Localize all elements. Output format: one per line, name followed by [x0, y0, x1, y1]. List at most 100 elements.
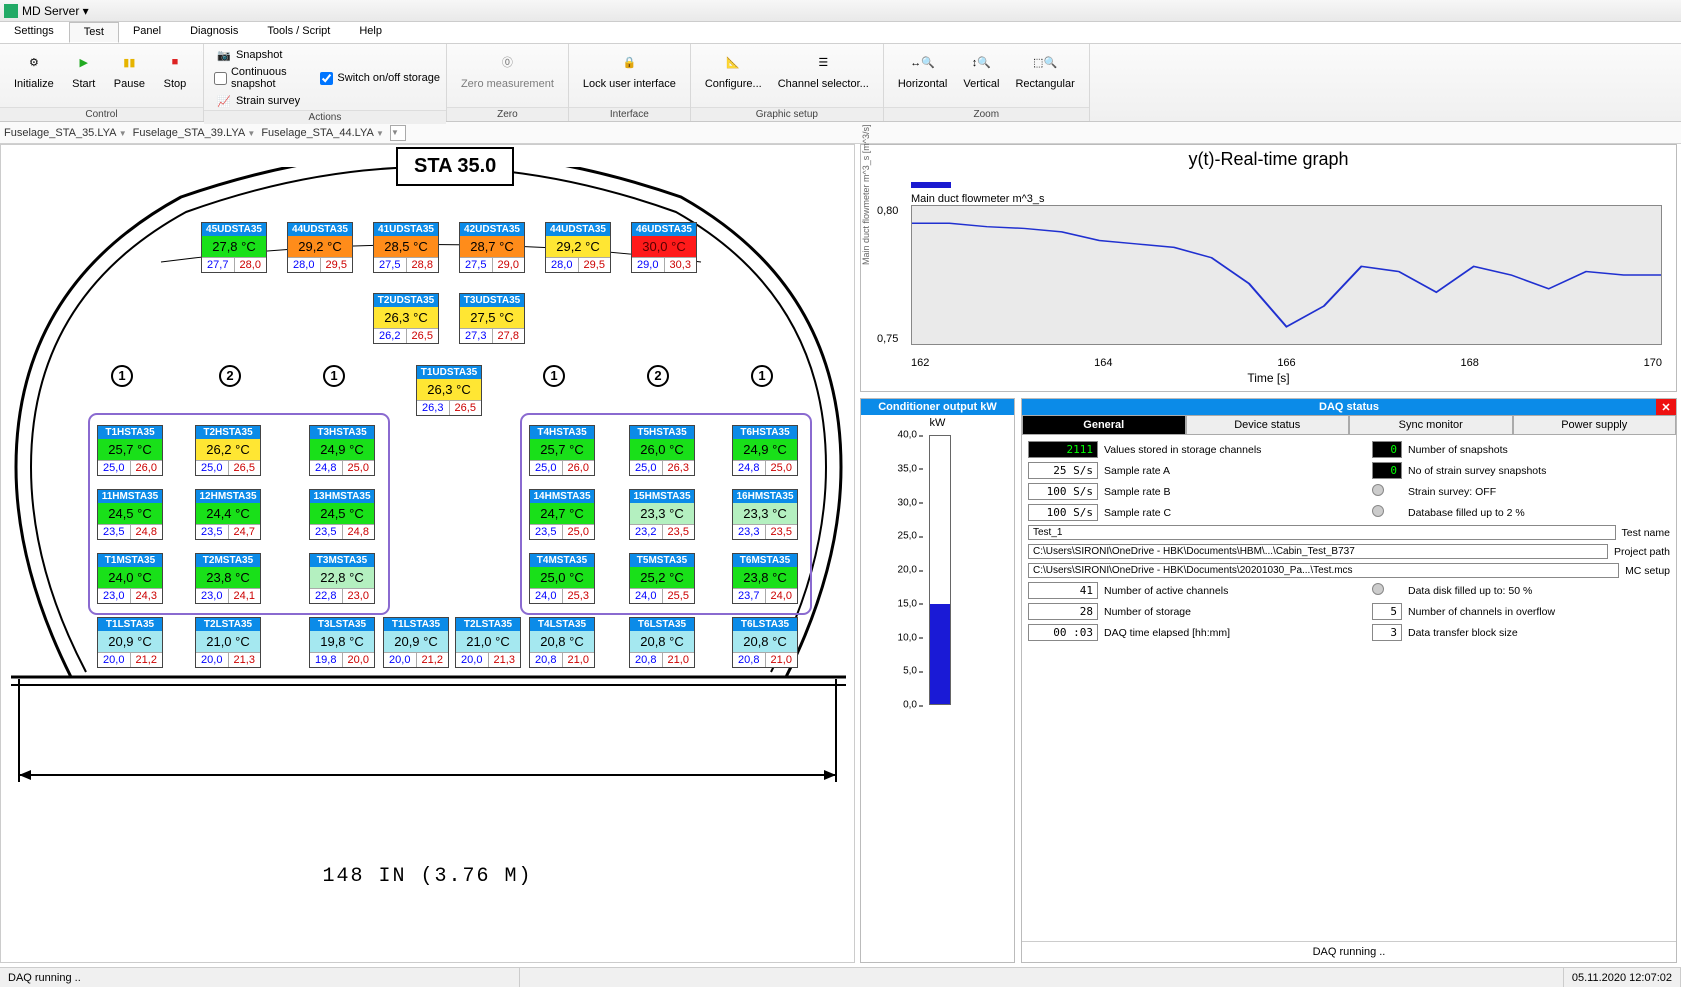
start-button[interactable]: ▶Start — [64, 46, 104, 92]
menu-test[interactable]: Test — [69, 22, 119, 43]
file-tab[interactable]: Fuselage_STA_39.LYA — [133, 127, 256, 139]
led-icon — [1372, 484, 1384, 496]
bargauge-gauge: 40,035,030,025,020,015,010,05,00,0 — [869, 435, 1006, 705]
zoom-vertical-button[interactable]: ↕🔍Vertical — [957, 46, 1005, 92]
initialize-button[interactable]: ⚙Initialize — [8, 46, 60, 92]
sensor-tile-T2MSTA35[interactable]: T2MSTA3523,8 °C23,024,1 — [195, 553, 261, 604]
sensor-tile-15HMSTA35[interactable]: 15HMSTA3523,3 °C23,223,5 — [629, 489, 695, 540]
realtime-graph-panel: y(t)-Real-time graph Main duct flowmeter… — [860, 144, 1677, 392]
switch-storage-checkbox[interactable]: Switch on/off storage — [320, 47, 440, 109]
ribbon-group-zoom: ↔🔍Horizontal ↕🔍Vertical ⬚🔍Rectangular Zo… — [884, 44, 1090, 121]
sensor-tile-T6LSTA35[interactable]: T6LSTA3520,8 °C20,821,0 — [732, 617, 798, 668]
menu-panel[interactable]: Panel — [119, 22, 176, 43]
val-overflow: 5 — [1372, 603, 1402, 620]
graph-ylabel: Main duct flowmeter m^3_s [m^3/s] — [861, 125, 871, 266]
val-snapshots: 0 — [1372, 441, 1402, 458]
bargauge-unit: kW — [861, 415, 1014, 431]
graph-plot[interactable] — [911, 205, 1662, 345]
section-circle: 1 — [111, 365, 133, 387]
main-area: STA 35.0 1 2 — [0, 144, 1681, 967]
sensor-tile-T2LSTA35[interactable]: T2LSTA3521,0 °C20,021,3 — [455, 617, 521, 668]
close-icon[interactable]: ✕ — [1656, 399, 1676, 415]
project-path-field[interactable]: C:\Users\SIRONI\OneDrive - HBK\Documents… — [1028, 544, 1608, 559]
sensor-tile-T4LSTA35[interactable]: T4LSTA3520,8 °C20,821,0 — [529, 617, 595, 668]
file-tab[interactable]: Fuselage_STA_35.LYA — [4, 127, 127, 139]
sensor-tile-12HMSTA35[interactable]: 12HMSTA3524,4 °C23,524,7 — [195, 489, 261, 540]
sensor-tile-T1LSTA35[interactable]: T1LSTA3520,9 °C20,021,2 — [97, 617, 163, 668]
daq-tab-devicestatus[interactable]: Device status — [1186, 415, 1350, 435]
sensor-tile-T6HSTA35[interactable]: T6HSTA3524,9 °C24,825,0 — [732, 425, 798, 476]
right-column: y(t)-Real-time graph Main duct flowmeter… — [860, 144, 1677, 963]
menu-help[interactable]: Help — [345, 22, 397, 43]
sensor-tile-T1MSTA35[interactable]: T1MSTA3524,0 °C23,024,3 — [97, 553, 163, 604]
fuselage-drawing: 1 2 1 1 2 1 45UDSTA3527,8 °C27,728,044UD… — [11, 167, 846, 827]
configure-button[interactable]: 📐Configure... — [699, 46, 768, 92]
ribbon-group-graphic: 📐Configure... ☰Channel selector... Graph… — [691, 44, 884, 121]
zero-measurement-button[interactable]: ⓪Zero measurement — [455, 46, 560, 92]
val-num-storage: 28 — [1028, 603, 1098, 620]
station-label: STA 35.0 — [396, 147, 514, 186]
sensor-tile-11HMSTA35[interactable]: 11HMSTA3524,5 °C23,524,8 — [97, 489, 163, 540]
sensor-tile-13HMSTA35[interactable]: 13HMSTA3524,5 °C23,524,8 — [309, 489, 375, 540]
sensor-tile-T2HSTA35[interactable]: T2HSTA3526,2 °C25,026,5 — [195, 425, 261, 476]
val-active-ch: 41 — [1028, 582, 1098, 599]
sensor-tile-45UDSTA35[interactable]: 45UDSTA3527,8 °C27,728,0 — [201, 222, 267, 273]
snapshot-button[interactable]: 📷Snapshot — [212, 46, 318, 64]
sensor-tile-T1UDSTA35[interactable]: T1UDSTA3526,3 °C26,326,5 — [416, 365, 482, 416]
sensor-tile-T5MSTA35[interactable]: T5MSTA3525,2 °C24,025,5 — [629, 553, 695, 604]
graph-xticks: 162164166168170 — [911, 357, 1662, 369]
sensor-tile-T1HSTA35[interactable]: T1HSTA3525,7 °C25,026,0 — [97, 425, 163, 476]
sensor-tile-T3UDSTA35[interactable]: T3UDSTA3527,5 °C27,327,8 — [459, 293, 525, 344]
file-tabs: Fuselage_STA_35.LYA Fuselage_STA_39.LYA Fu… — [0, 122, 1681, 144]
menu-settings[interactable]: Settings — [0, 22, 69, 43]
sensor-tile-T3LSTA35[interactable]: T3LSTA3519,8 °C19,820,0 — [309, 617, 375, 668]
sensor-tile-T4HSTA35[interactable]: T4HSTA3525,7 °C25,026,0 — [529, 425, 595, 476]
sensor-tile-44UDSTA35[interactable]: 44UDSTA3529,2 °C28,029,5 — [545, 222, 611, 273]
menu-toolsscript[interactable]: Tools / Script — [253, 22, 345, 43]
bargauge-title: Conditioner output kW — [861, 399, 1014, 415]
sensor-tile-41UDSTA35[interactable]: 41UDSTA3528,5 °C27,528,8 — [373, 222, 439, 273]
sensor-tile-44UDSTA35[interactable]: 44UDSTA3529,2 °C28,029,5 — [287, 222, 353, 273]
val-rate-b: 100 S/s — [1028, 483, 1098, 500]
sensor-tile-46UDSTA35[interactable]: 46UDSTA3530,0 °C29,030,3 — [631, 222, 697, 273]
sensor-tile-T6LSTA35[interactable]: T6LSTA3520,8 °C20,821,0 — [629, 617, 695, 668]
daq-tab-general[interactable]: General — [1022, 415, 1186, 435]
sensor-tile-T2LSTA35[interactable]: T2LSTA3521,0 °C20,021,3 — [195, 617, 261, 668]
new-doc-icon[interactable] — [390, 125, 406, 141]
val-stored: 2111 — [1028, 441, 1098, 458]
daq-status-panel: DAQ status✕ GeneralDevice statusSync mon… — [1021, 398, 1677, 963]
sensor-tile-T1LSTA35[interactable]: T1LSTA3520,9 °C20,021,2 — [383, 617, 449, 668]
continuous-snapshot-checkbox[interactable]: Continuous snapshot — [210, 65, 320, 91]
sensor-tile-16HMSTA35[interactable]: 16HMSTA3523,3 °C23,323,5 — [732, 489, 798, 540]
daq-title: DAQ status✕ — [1022, 399, 1676, 415]
channel-selector-button[interactable]: ☰Channel selector... — [772, 46, 875, 92]
stop-button[interactable]: ■Stop — [155, 46, 195, 92]
bargauge-bar — [929, 435, 951, 705]
mc-setup-field[interactable]: C:\Users\SIRONI\OneDrive - HBK\Documents… — [1028, 563, 1619, 578]
pause-button[interactable]: ▮▮Pause — [108, 46, 151, 92]
sensor-tile-T2UDSTA35[interactable]: T2UDSTA3526,3 °C26,226,5 — [373, 293, 439, 344]
sensor-tile-42UDSTA35[interactable]: 42UDSTA3528,7 °C27,529,0 — [459, 222, 525, 273]
file-tab[interactable]: Fuselage_STA_44.LYA — [261, 127, 384, 139]
strain-survey-button[interactable]: 📈Strain survey — [212, 92, 318, 110]
app-title[interactable]: MD Server ▾ — [22, 4, 89, 18]
zoom-rectangular-button[interactable]: ⬚🔍Rectangular — [1009, 46, 1080, 92]
test-name-field[interactable]: Test_1 — [1028, 525, 1616, 540]
sensor-tile-T3MSTA35[interactable]: T3MSTA3522,8 °C22,823,0 — [309, 553, 375, 604]
sensor-tile-T3HSTA35[interactable]: T3HSTA3524,9 °C24,825,0 — [309, 425, 375, 476]
sensor-tile-T4MSTA35[interactable]: T4MSTA3525,0 °C24,025,3 — [529, 553, 595, 604]
daq-tab-syncmonitor[interactable]: Sync monitor — [1349, 415, 1513, 435]
graph-xlabel: Time [s] — [861, 371, 1676, 385]
status-datetime: 05.11.2020 12:07:02 — [1564, 968, 1681, 987]
ribbon-group-control: ⚙Initialize ▶Start ▮▮Pause ■Stop Control — [0, 44, 204, 121]
daq-tab-powersupply[interactable]: Power supply — [1513, 415, 1677, 435]
sensor-tile-T6MSTA35[interactable]: T6MSTA3523,8 °C23,724,0 — [732, 553, 798, 604]
sensor-tile-T5HSTA35[interactable]: T5HSTA3526,0 °C25,026,3 — [629, 425, 695, 476]
val-strain-snap: 0 — [1372, 462, 1402, 479]
menu-diagnosis[interactable]: Diagnosis — [176, 22, 253, 43]
lock-interface-button[interactable]: 🔒Lock user interface — [577, 46, 682, 92]
sensor-tile-14HMSTA35[interactable]: 14HMSTA3524,7 °C23,525,0 — [529, 489, 595, 540]
zoom-horizontal-button[interactable]: ↔🔍Horizontal — [892, 46, 954, 92]
section-circle: 1 — [323, 365, 345, 387]
daq-tabs: GeneralDevice statusSync monitorPower su… — [1022, 415, 1676, 435]
